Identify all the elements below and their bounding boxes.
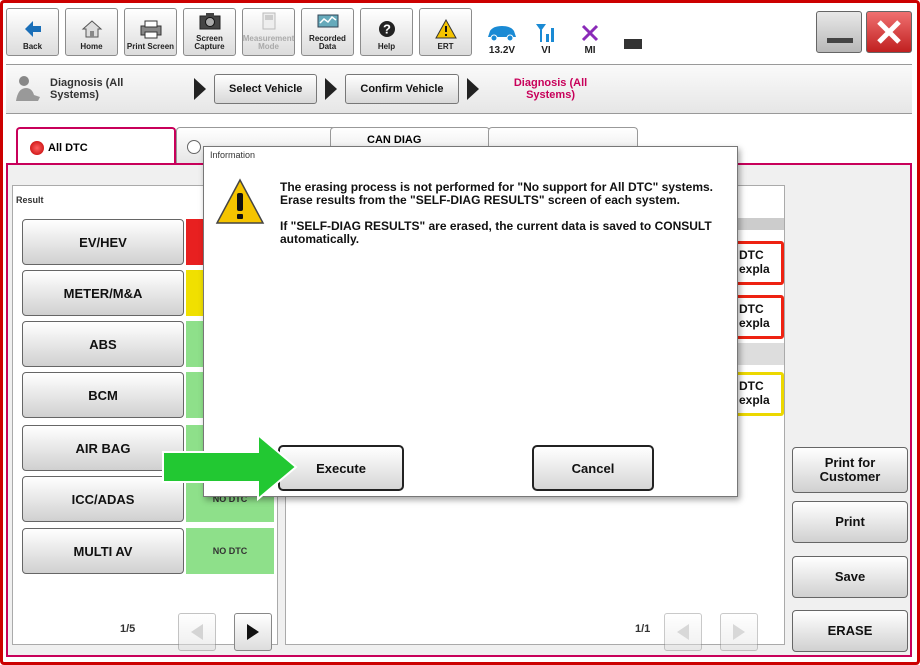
tab-all-dtc[interactable]: All DTC [16, 127, 176, 165]
next-page-button[interactable] [234, 613, 272, 651]
system-button-meter[interactable]: METER/M&A [22, 270, 184, 316]
recorded-data-icon [315, 10, 341, 32]
warning-icon [215, 178, 265, 224]
toolbar: Back Home Print Screen Screen Capture Me… [6, 6, 912, 58]
result-label: Result [16, 195, 44, 205]
system-button-abs[interactable]: ABS [22, 321, 184, 367]
breadcrumb-arrow-icon [194, 78, 206, 100]
help-icon: ? [374, 18, 400, 40]
print-for-customer-button[interactable]: Print for Customer [792, 447, 908, 493]
breadcrumb: Diagnosis (All Systems) Select Vehicle C… [6, 64, 912, 114]
red-radio-icon [30, 141, 44, 155]
prev-page-button-right[interactable] [664, 613, 702, 651]
extra-status [614, 32, 654, 56]
dtc-explanation-button[interactable]: DTC expla [730, 241, 784, 285]
minimize-button[interactable] [816, 11, 862, 53]
radio-icon [187, 140, 201, 154]
triangle-right-icon [247, 624, 259, 640]
help-button[interactable]: ? Help [360, 8, 413, 56]
mechanic-icon [16, 76, 40, 101]
back-button[interactable]: Back [6, 8, 59, 56]
cancel-button[interactable]: Cancel [532, 445, 654, 491]
warning-icon [433, 18, 459, 40]
status-indicators: 13.2V VI MI [482, 8, 654, 56]
measurement-mode-button[interactable]: Measurement Mode [242, 8, 295, 56]
window-buttons [816, 11, 912, 53]
close-icon [877, 20, 901, 44]
minimize-icon [827, 38, 853, 43]
home-button[interactable]: Home [65, 8, 118, 56]
breadcrumb-arrow-icon [466, 78, 479, 100]
status-cell: NO DTC [186, 528, 274, 574]
triangle-left-icon [191, 624, 203, 640]
select-vehicle-button[interactable]: Select Vehicle [214, 74, 318, 104]
next-page-button-right[interactable] [720, 613, 758, 651]
erase-button[interactable]: ERASE [792, 610, 908, 652]
meter-icon [256, 10, 282, 32]
page-indicator-right: 1/1 [635, 623, 651, 635]
ert-button[interactable]: ERT [419, 8, 472, 56]
print-screen-button[interactable]: Print Screen [124, 8, 177, 56]
system-button-ev-hev[interactable]: EV/HEV [22, 219, 184, 265]
vi-status: VI [526, 21, 566, 56]
svg-text:?: ? [383, 22, 391, 37]
recorded-data-button[interactable]: Recorded Data [301, 8, 354, 56]
triangle-left-icon [677, 624, 689, 640]
prev-page-button[interactable] [178, 613, 216, 651]
battery-status: 13.2V [482, 21, 522, 56]
signal-icon [534, 21, 558, 45]
breadcrumb-arrow-icon [325, 78, 338, 100]
breadcrumb-home[interactable]: Diagnosis (All Systems) [6, 73, 186, 105]
confirm-vehicle-button[interactable]: Confirm Vehicle [345, 74, 459, 104]
breadcrumb-current: Diagnosis (All Systems) [513, 77, 588, 101]
pointer-arrow-icon [162, 432, 298, 502]
device-icon [622, 32, 646, 56]
dtc-explanation-button[interactable]: DTC expla [730, 295, 784, 339]
dialog-title: Information [210, 150, 256, 160]
screen-capture-button[interactable]: Screen Capture [183, 8, 236, 56]
dialog-message-1: The erasing process is not performed for… [280, 180, 714, 207]
mi-status: MI [570, 21, 610, 56]
disconnected-icon [580, 21, 600, 45]
system-button-bcm[interactable]: BCM [22, 372, 184, 418]
dialog-message: The erasing process is not performed for… [280, 181, 720, 259]
close-button[interactable] [866, 11, 912, 53]
dtc-explanation-button[interactable]: DTC expla [730, 372, 784, 416]
camera-icon [197, 10, 223, 32]
home-icon [79, 18, 105, 40]
save-button[interactable]: Save [792, 556, 908, 598]
system-button-multi-av[interactable]: MULTI AV [22, 528, 184, 574]
printer-icon [138, 18, 164, 40]
dialog-message-2: If "SELF-DIAG RESULTS" are erased, the c… [280, 219, 712, 246]
page-indicator-left: 1/5 [120, 623, 136, 635]
triangle-right-icon [733, 624, 745, 640]
print-button[interactable]: Print [792, 501, 908, 543]
back-arrow-icon [20, 18, 46, 40]
car-icon [485, 21, 519, 45]
